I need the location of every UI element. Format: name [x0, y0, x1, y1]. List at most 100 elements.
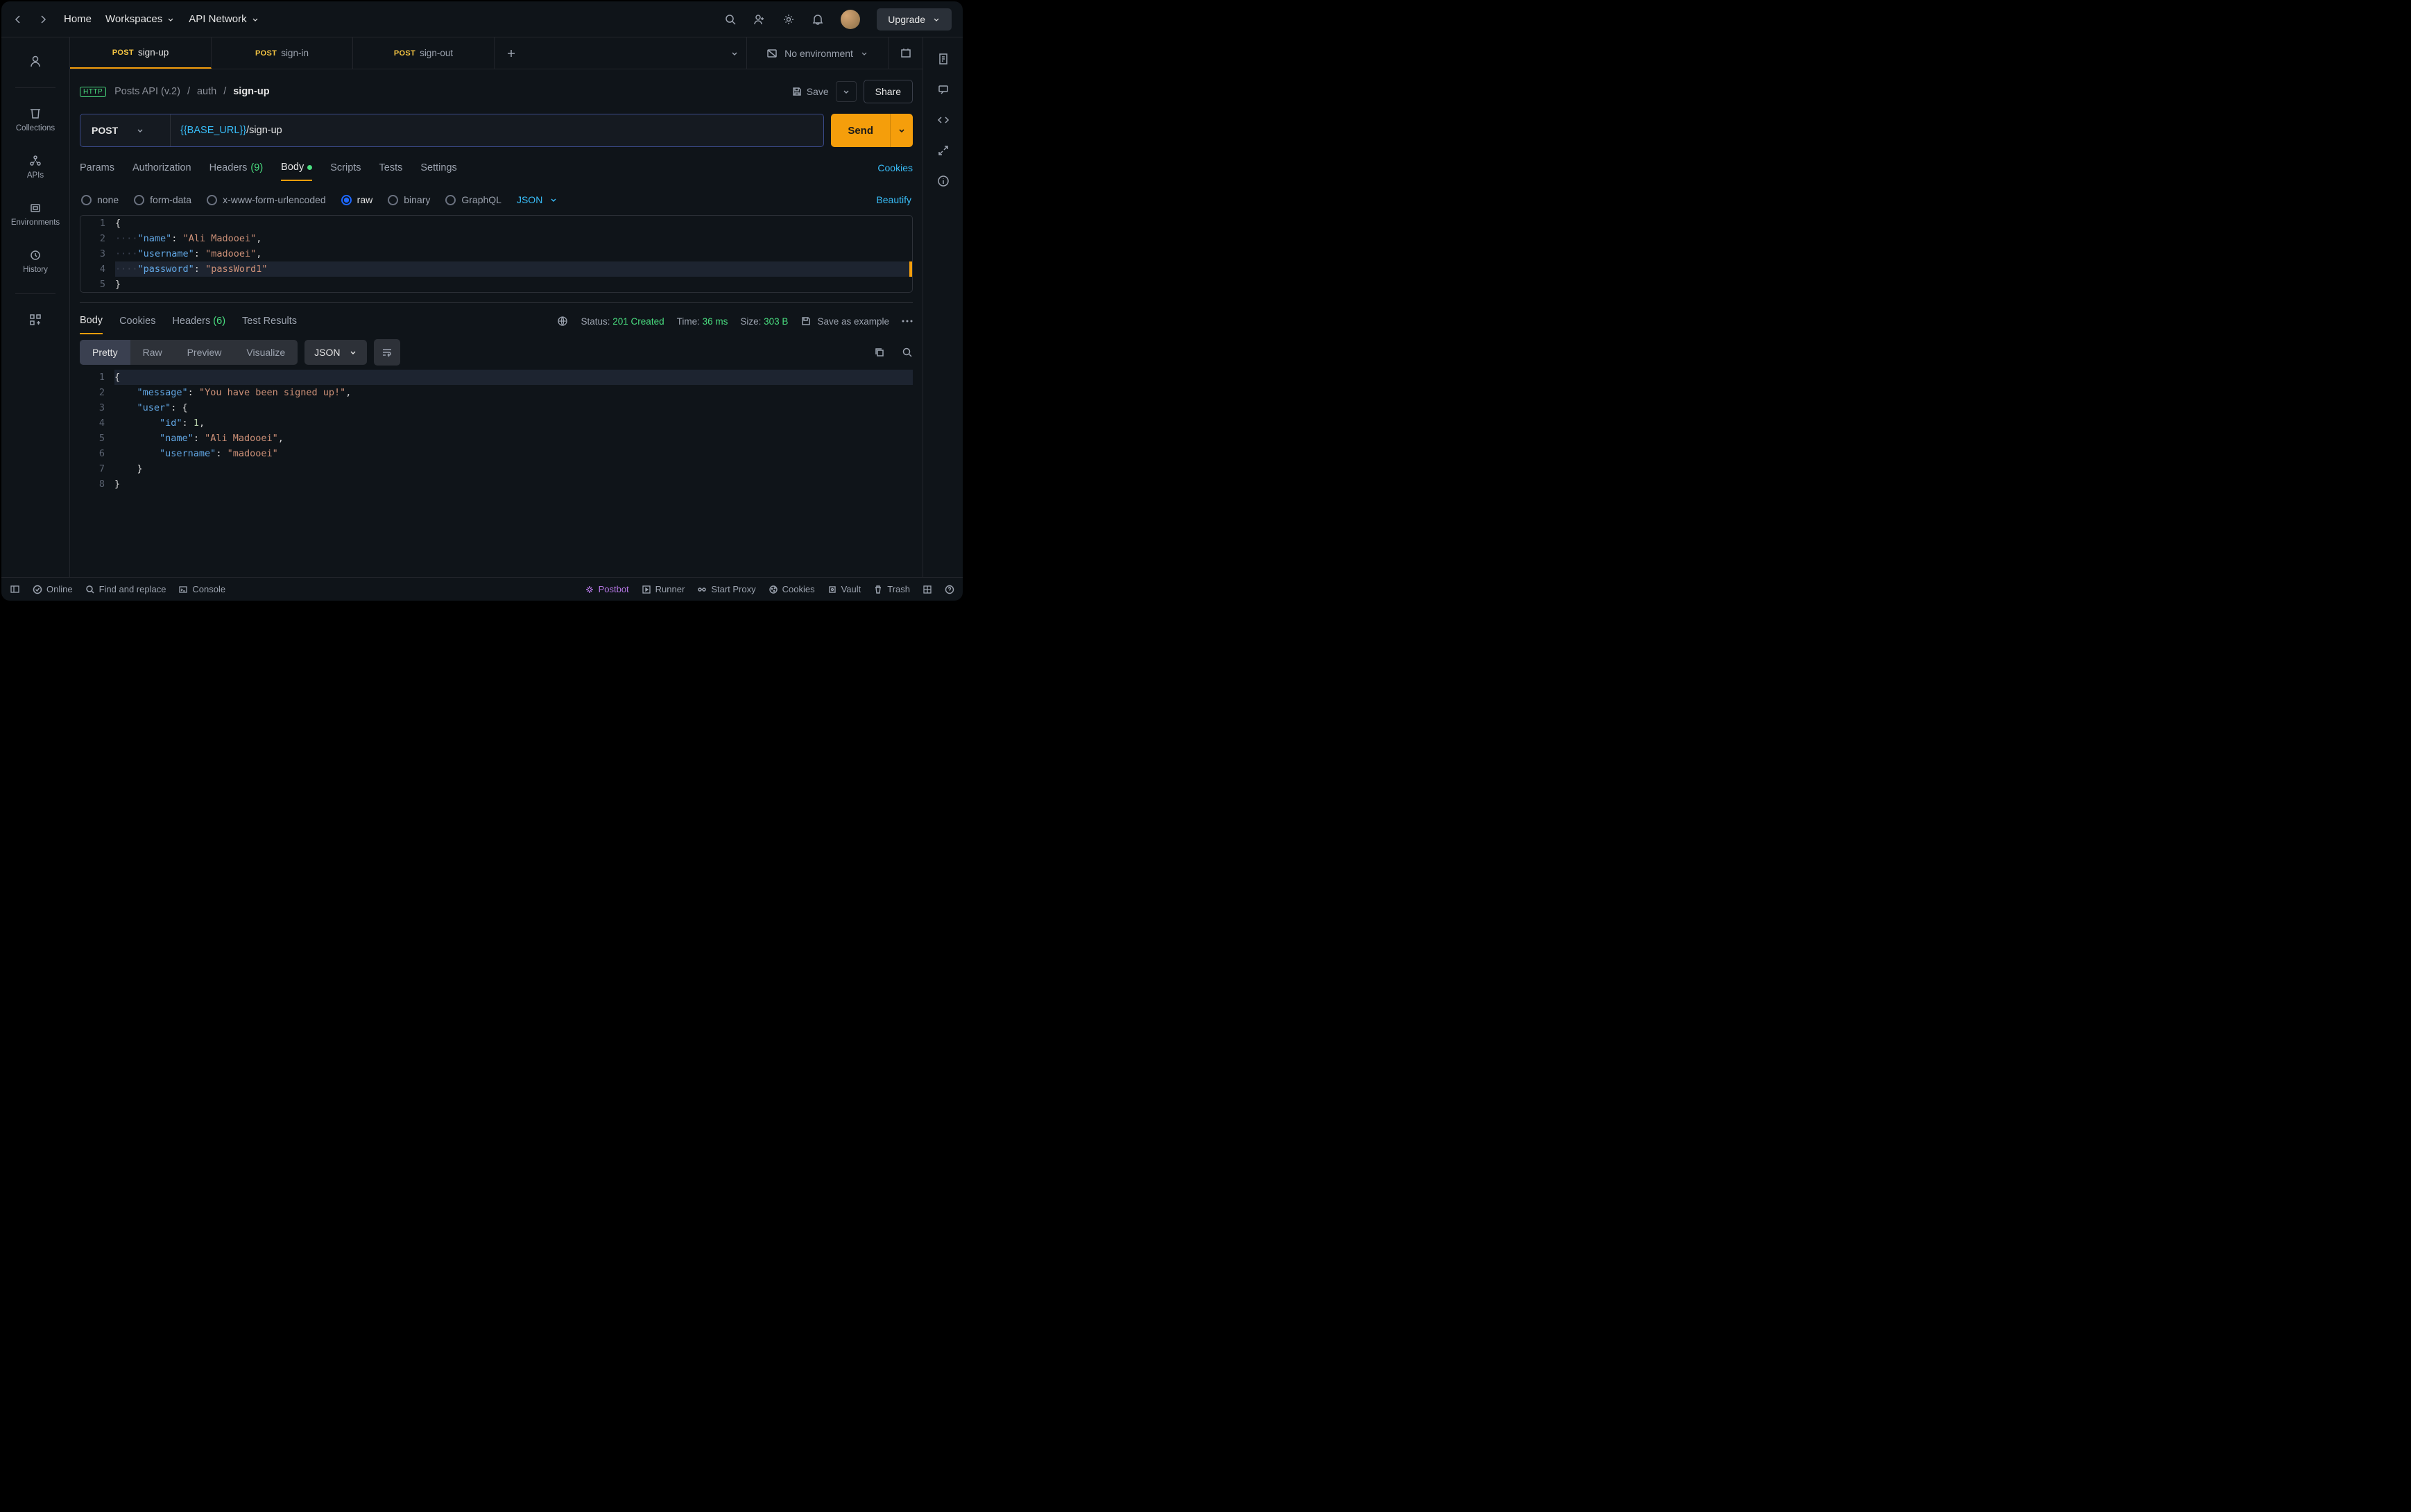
breadcrumb: Posts API (v.2) / auth / sign-up [114, 86, 269, 97]
search-response-icon[interactable] [902, 347, 913, 358]
sidebar-label: Collections [16, 124, 55, 132]
response-format-select[interactable]: JSON [304, 340, 366, 365]
code-icon[interactable] [937, 114, 950, 126]
gear-icon[interactable] [782, 13, 795, 26]
cookies-button[interactable]: Cookies [769, 584, 815, 594]
radio-form-data[interactable]: form-data [134, 194, 191, 205]
documentation-icon[interactable] [937, 53, 950, 65]
new-tab-button[interactable] [495, 37, 528, 69]
view-pretty[interactable]: Pretty [80, 340, 130, 365]
view-preview[interactable]: Preview [175, 340, 234, 365]
view-visualize[interactable]: Visualize [234, 340, 298, 365]
radio-raw[interactable]: raw [341, 194, 373, 205]
wrap-lines-icon[interactable] [374, 339, 400, 366]
beautify-button[interactable]: Beautify [876, 194, 911, 205]
send-button[interactable]: Send [831, 125, 890, 137]
save-dropdown[interactable] [836, 81, 857, 102]
status-value: 201 Created [612, 316, 664, 327]
more-icon[interactable] [902, 320, 913, 323]
radio-binary[interactable]: binary [388, 194, 430, 205]
environment-quicklook-icon[interactable] [888, 37, 923, 69]
environment-picker[interactable]: No environment [746, 37, 888, 69]
postbot-button[interactable]: Postbot [585, 584, 629, 594]
url-input[interactable]: {{BASE_URL}}/sign-up [171, 125, 823, 136]
sidebar-configure-icon[interactable] [1, 307, 69, 333]
response-body-editor[interactable]: 1{2 "message": "You have been signed up!… [80, 370, 913, 577]
tab-sign-up[interactable]: POST sign-up [70, 37, 212, 69]
chevron-down-icon [136, 126, 144, 135]
tab-scripts[interactable]: Scripts [330, 162, 361, 173]
resp-tab-body[interactable]: Body [80, 315, 103, 334]
workspaces-label: Workspaces [105, 13, 162, 25]
resp-tab-cookies[interactable]: Cookies [119, 316, 155, 327]
sidebar-item-apis[interactable]: APIs [1, 148, 69, 187]
globe-icon[interactable] [557, 316, 568, 327]
api-network-menu[interactable]: API Network [189, 13, 259, 25]
tab-body[interactable]: Body [281, 162, 312, 181]
save-as-example-button[interactable]: Save as example [800, 316, 889, 327]
console-button[interactable]: Console [178, 584, 225, 594]
body-format-select[interactable]: JSON [517, 194, 558, 205]
tab-tests[interactable]: Tests [379, 162, 403, 173]
body-modified-dot-icon [307, 165, 312, 170]
invite-icon[interactable] [753, 13, 766, 26]
info-icon[interactable] [937, 175, 950, 187]
cookies-link[interactable]: Cookies [877, 162, 913, 173]
sidebar-item-environments[interactable]: Environments [1, 195, 69, 234]
request-body-editor[interactable]: 1{2····"name": "Ali Madooei",3····"usern… [80, 215, 913, 293]
trash-icon [873, 585, 883, 594]
chevron-down-icon [932, 15, 941, 24]
resp-tab-test-results[interactable]: Test Results [242, 316, 297, 327]
sidebar-label: Environments [11, 218, 60, 227]
tab-authorization[interactable]: Authorization [132, 162, 191, 173]
radio-urlencoded[interactable]: x-www-form-urlencoded [207, 194, 326, 205]
proxy-icon [697, 585, 707, 594]
upgrade-button[interactable]: Upgrade [877, 8, 952, 31]
size-value: 303 B [764, 316, 788, 327]
comments-icon[interactable] [937, 83, 950, 96]
tabs-chevron-icon[interactable] [730, 49, 739, 58]
tab-sign-in[interactable]: POST sign-in [212, 37, 353, 69]
sidebar-item-collections[interactable]: Collections [1, 101, 69, 139]
environment-label: No environment [784, 48, 853, 59]
sidebar-item-history[interactable]: History [1, 242, 69, 281]
breadcrumb-folder[interactable]: auth [197, 86, 216, 97]
collections-icon [29, 108, 42, 120]
tab-sign-out[interactable]: POST sign-out [353, 37, 495, 69]
nav-back-icon[interactable] [12, 14, 24, 25]
tab-headers[interactable]: Headers (9) [209, 162, 264, 173]
view-raw[interactable]: Raw [130, 340, 175, 365]
share-button[interactable]: Share [864, 80, 913, 103]
avatar[interactable] [841, 10, 860, 29]
http-badge: HTTP [80, 87, 106, 97]
resp-tab-headers[interactable]: Headers (6) [172, 316, 225, 327]
bell-icon[interactable] [812, 13, 824, 26]
copy-icon[interactable] [874, 347, 885, 358]
help-icon[interactable] [945, 585, 954, 594]
search-icon[interactable] [724, 13, 737, 26]
home-link[interactable]: Home [64, 13, 92, 25]
vault-button[interactable]: Vault [827, 584, 861, 594]
nav-forward-icon[interactable] [37, 14, 49, 25]
layout-icon[interactable] [923, 585, 932, 594]
tab-method: POST [112, 49, 134, 57]
find-replace-button[interactable]: Find and replace [85, 584, 166, 594]
send-dropdown[interactable] [890, 114, 913, 147]
save-button[interactable]: Save [791, 86, 829, 97]
expand-icon[interactable] [937, 144, 950, 157]
tab-params[interactable]: Params [80, 162, 114, 173]
user-icon[interactable] [1, 44, 69, 75]
api-network-label: API Network [189, 13, 246, 25]
radio-graphql[interactable]: GraphQL [445, 194, 501, 205]
tab-settings[interactable]: Settings [420, 162, 456, 173]
workspaces-menu[interactable]: Workspaces [105, 13, 175, 25]
breadcrumb-collection[interactable]: Posts API (v.2) [114, 86, 180, 97]
start-proxy-button[interactable]: Start Proxy [697, 584, 755, 594]
panels-icon[interactable] [10, 584, 20, 594]
method-select[interactable]: POST [80, 114, 171, 146]
trash-button[interactable]: Trash [873, 584, 910, 594]
radio-none[interactable]: none [81, 194, 119, 205]
search-icon [85, 585, 95, 594]
online-status[interactable]: Online [33, 584, 73, 594]
runner-button[interactable]: Runner [642, 584, 685, 594]
